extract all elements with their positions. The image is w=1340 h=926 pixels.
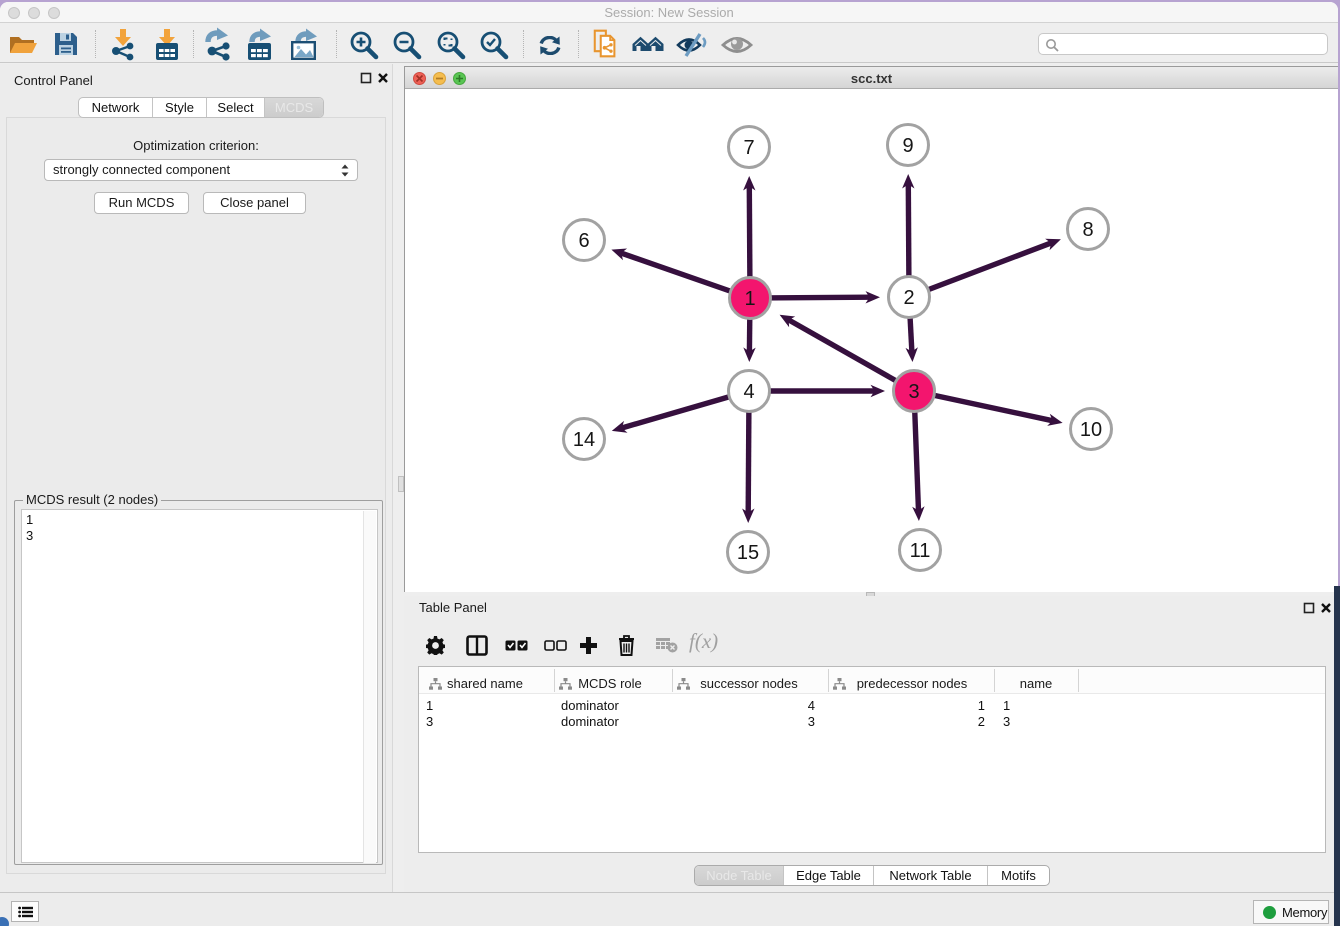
svg-text:14: 14: [573, 429, 595, 451]
svg-text:1: 1: [744, 288, 755, 310]
svg-text:3: 3: [908, 381, 919, 403]
svg-text:4: 4: [743, 381, 754, 403]
svg-text:6: 6: [578, 230, 589, 252]
svg-text:8: 8: [1082, 219, 1093, 241]
svg-text:2: 2: [903, 287, 914, 309]
svg-text:15: 15: [737, 542, 759, 564]
svg-text:11: 11: [910, 540, 931, 562]
svg-text:10: 10: [1080, 419, 1102, 441]
svg-text:7: 7: [743, 137, 754, 159]
svg-text:9: 9: [902, 135, 913, 157]
